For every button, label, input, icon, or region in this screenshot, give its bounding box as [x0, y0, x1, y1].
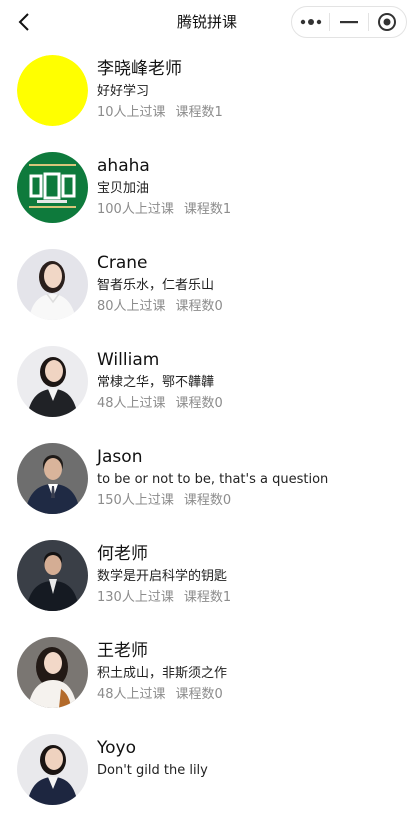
navigation-bar: 腾锐拼课 — [0, 0, 414, 44]
student-count: 100人上过课 — [97, 202, 174, 217]
avatar — [17, 734, 88, 805]
student-count: 48人上过课 — [97, 396, 166, 411]
minimize-button[interactable] — [330, 7, 367, 37]
course-count: 课程数1 — [183, 202, 232, 217]
student-count: 10人上过课 — [97, 105, 166, 120]
student-count: 80人上过课 — [97, 299, 166, 314]
avatar — [17, 637, 88, 708]
teacher-motto: 智者乐水，仁者乐山 — [97, 278, 215, 293]
teacher-motto: 数学是开启科学的钥匙 — [97, 569, 228, 584]
more-button[interactable] — [292, 7, 329, 37]
minus-icon — [339, 21, 358, 24]
teacher-item[interactable]: ahaha 宝贝加油 100人上过课 课程数1 — [0, 141, 414, 238]
teacher-item[interactable]: Yoyo Don't gild the lily — [0, 723, 414, 820]
teacher-motto: 宝贝加油 — [97, 181, 150, 196]
teacher-motto: 好好学习 — [97, 84, 150, 99]
teacher-name: ahaha — [97, 156, 150, 176]
teacher-item[interactable]: 李晓峰老师 好好学习 10人上过课 课程数1 — [0, 44, 414, 141]
target-close-icon — [378, 13, 397, 31]
teacher-name: 李晓峰老师 — [97, 59, 182, 79]
avatar — [17, 55, 88, 126]
teacher-name: William — [97, 350, 160, 370]
teacher-item[interactable]: Crane 智者乐水，仁者乐山 80人上过课 课程数0 — [0, 238, 414, 335]
avatar — [17, 540, 88, 611]
teacher-name: Jason — [97, 447, 143, 467]
course-count: 课程数1 — [175, 105, 223, 120]
close-button[interactable] — [369, 7, 406, 37]
student-count: 48人上过课 — [97, 687, 166, 702]
avatar — [17, 249, 88, 320]
course-count: 课程数1 — [183, 590, 232, 605]
teacher-motto: 积土成山，非斯须之作 — [97, 666, 228, 681]
teacher-item[interactable]: Jason to be or not to be, that's a quest… — [0, 432, 414, 529]
course-count: 课程数0 — [175, 396, 223, 411]
teacher-item[interactable]: 王老师 积土成山，非斯须之作 48人上过课 课程数0 — [0, 626, 414, 723]
teacher-name: Crane — [97, 253, 148, 273]
course-count: 课程数0 — [175, 687, 223, 702]
teacher-item[interactable]: William 常棣之华，鄂不韡韡 48人上过课 课程数0 — [0, 335, 414, 432]
avatar — [17, 443, 88, 514]
teacher-item[interactable]: 何老师 数学是开启科学的钥匙 130人上过课 课程数1 — [0, 529, 414, 626]
teacher-motto: to be or not to be, that's a question — [97, 472, 329, 487]
teacher-name: 何老师 — [97, 544, 148, 564]
more-dots-icon — [300, 19, 321, 25]
teacher-name: 王老师 — [97, 641, 148, 661]
avatar — [17, 346, 88, 417]
teacher-list: 李晓峰老师 好好学习 10人上过课 课程数1 ahaha 宝贝加油 100人上过课… — [0, 44, 414, 820]
course-count: 课程数0 — [183, 493, 232, 508]
teacher-name: Yoyo — [97, 738, 136, 758]
student-count: 150人上过课 — [97, 493, 174, 508]
teacher-motto: 常棣之华，鄂不韡韡 — [97, 375, 215, 390]
student-count: 130人上过课 — [97, 590, 174, 605]
mini-program-capsule — [291, 6, 407, 38]
avatar — [17, 152, 88, 223]
teacher-motto: Don't gild the lily — [97, 763, 208, 778]
back-arrow-icon[interactable] — [14, 11, 36, 33]
course-count: 课程数0 — [175, 299, 223, 314]
